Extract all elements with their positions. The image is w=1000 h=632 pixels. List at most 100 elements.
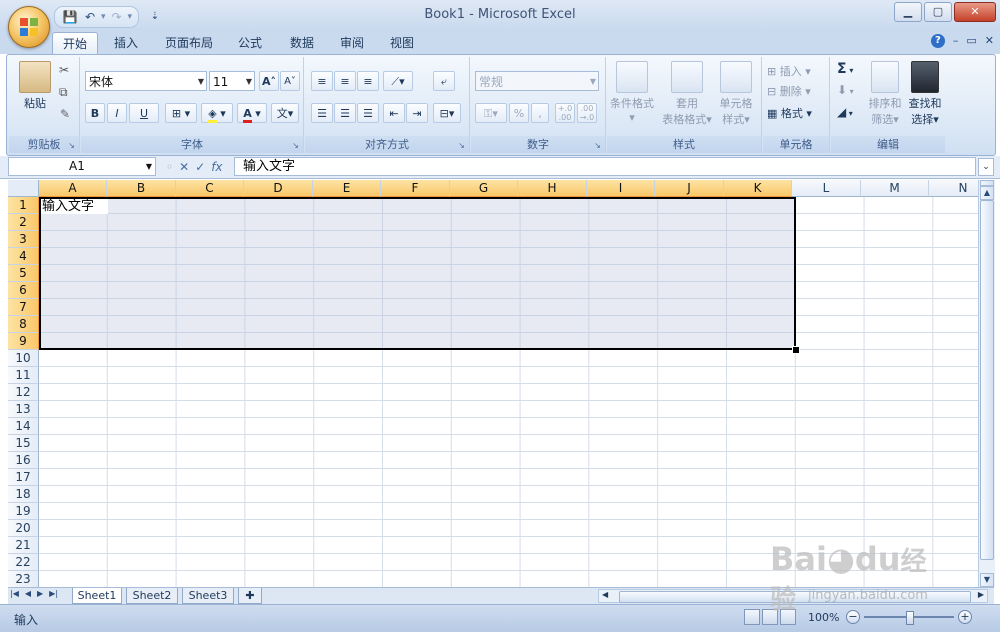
scroll-left-icon[interactable]: ◀ bbox=[602, 590, 608, 599]
merge-center-button[interactable]: ⊟▾ bbox=[433, 103, 461, 123]
tab-page-layout[interactable]: 页面布局 bbox=[158, 32, 220, 54]
align-top-button[interactable]: ≡ bbox=[311, 71, 333, 91]
dialog-launcher-icon[interactable]: ↘ bbox=[67, 141, 76, 150]
workbook-minimize-icon[interactable]: – bbox=[953, 34, 959, 48]
column-header-A[interactable]: A bbox=[39, 180, 107, 197]
row-header-23[interactable]: 23 bbox=[8, 571, 39, 587]
decrease-decimal-button[interactable]: .00 →.0 bbox=[577, 103, 597, 123]
align-left-button[interactable]: ☰ bbox=[311, 103, 333, 123]
column-header-N[interactable]: N bbox=[929, 180, 978, 197]
insert-cells-button[interactable]: ⊞ 插入 ▾ bbox=[767, 63, 811, 79]
comma-button[interactable]: , bbox=[531, 103, 549, 123]
column-header-D[interactable]: D bbox=[244, 180, 313, 197]
next-sheet-icon[interactable]: ▶ bbox=[37, 589, 43, 598]
row-header-10[interactable]: 10 bbox=[8, 350, 39, 367]
column-header-E[interactable]: E bbox=[313, 180, 381, 197]
align-middle-button[interactable]: ≡ bbox=[334, 71, 356, 91]
row-header-6[interactable]: 6 bbox=[8, 282, 39, 299]
row-header-12[interactable]: 12 bbox=[8, 384, 39, 401]
phonetic-button[interactable]: 文▾ bbox=[271, 103, 299, 123]
tab-home[interactable]: 开始 bbox=[52, 32, 98, 55]
row-header-21[interactable]: 21 bbox=[8, 537, 39, 554]
column-header-C[interactable]: C bbox=[176, 180, 244, 197]
row-header-17[interactable]: 17 bbox=[8, 469, 39, 486]
fill-color-button[interactable]: ◈ ▾ bbox=[201, 103, 233, 123]
row-header-15[interactable]: 15 bbox=[8, 435, 39, 452]
close-button[interactable]: ✕ bbox=[954, 2, 996, 22]
clear-button[interactable]: ◢ ▾ bbox=[837, 105, 853, 119]
name-box[interactable]: A1 ▼ bbox=[8, 157, 156, 176]
normal-view-icon[interactable] bbox=[744, 609, 760, 625]
conditional-formatting-button[interactable]: 条件格式 ▾ bbox=[607, 61, 657, 124]
font-name-select[interactable]: 宋体 ▼ bbox=[85, 71, 207, 91]
column-header-F[interactable]: F bbox=[381, 180, 450, 197]
column-header-B[interactable]: B bbox=[107, 180, 176, 197]
column-header-M[interactable]: M bbox=[861, 180, 929, 197]
row-header-20[interactable]: 20 bbox=[8, 520, 39, 537]
worksheet-grid[interactable]: ABCDEFGHIJKLMN 1 2 3 4 5 6 7 8 9 10 11 12 13 14 15 16 17… bbox=[8, 180, 978, 587]
increase-indent-button[interactable]: ⇥ bbox=[406, 103, 428, 123]
insert-function-icon[interactable]: fx bbox=[211, 160, 222, 174]
find-select-button[interactable]: 查找和 选择▾ bbox=[905, 61, 945, 127]
column-header-L[interactable]: L bbox=[792, 180, 861, 197]
select-all-button[interactable] bbox=[8, 180, 39, 197]
tab-formulas[interactable]: 公式 bbox=[230, 32, 270, 54]
row-header-3[interactable]: 3 bbox=[8, 231, 39, 248]
row-header-22[interactable]: 22 bbox=[8, 554, 39, 571]
percent-button[interactable]: % bbox=[509, 103, 529, 123]
workbook-close-icon[interactable]: ✕ bbox=[985, 34, 994, 48]
expand-formula-bar-icon[interactable]: ⌄ bbox=[978, 158, 994, 176]
currency-button[interactable]: ⚿▾ bbox=[475, 103, 507, 123]
paste-button[interactable]: 粘贴 bbox=[11, 61, 59, 111]
fill-button[interactable]: ⬇ ▾ bbox=[837, 83, 854, 97]
row-header-18[interactable]: 18 bbox=[8, 486, 39, 503]
last-sheet-icon[interactable]: ▶| bbox=[49, 589, 58, 598]
column-header-H[interactable]: H bbox=[518, 180, 587, 197]
bold-button[interactable]: B bbox=[85, 103, 105, 123]
row-header-5[interactable]: 5 bbox=[8, 265, 39, 282]
workbook-restore-icon[interactable]: ▭ bbox=[966, 34, 976, 48]
orientation-button[interactable]: ⟋▾ bbox=[383, 71, 413, 91]
scroll-up-icon[interactable]: ▲ bbox=[980, 186, 994, 200]
enter-entry-icon[interactable]: ✓ bbox=[195, 160, 205, 174]
row-header-13[interactable]: 13 bbox=[8, 401, 39, 418]
row-header-9[interactable]: 9 bbox=[8, 333, 39, 350]
underline-button[interactable]: U bbox=[129, 103, 159, 123]
dialog-launcher-icon[interactable]: ↘ bbox=[291, 141, 300, 150]
row-header-8[interactable]: 8 bbox=[8, 316, 39, 333]
first-sheet-icon[interactable]: |◀ bbox=[10, 589, 19, 598]
insert-sheet-button[interactable]: ✚ bbox=[238, 588, 262, 604]
cell-A1[interactable]: 输入文字 bbox=[41, 199, 108, 214]
cut-icon[interactable]: ✂ bbox=[59, 63, 69, 77]
row-header-2[interactable]: 2 bbox=[8, 214, 39, 231]
zoom-in-icon[interactable]: + bbox=[958, 610, 972, 624]
dialog-launcher-icon[interactable]: ↘ bbox=[457, 141, 466, 150]
number-format-select[interactable]: 常规 ▼ bbox=[475, 71, 599, 91]
vertical-scroll-thumb[interactable] bbox=[980, 200, 994, 560]
vertical-scrollbar[interactable]: ▲ ▼ bbox=[978, 180, 995, 587]
maximize-button[interactable]: ▢ bbox=[924, 2, 952, 22]
zoom-level[interactable]: 100% bbox=[808, 611, 839, 624]
sheet-tab-3[interactable]: Sheet3 bbox=[182, 588, 234, 604]
zoom-slider-thumb[interactable] bbox=[906, 611, 914, 625]
font-size-select[interactable]: 11 ▼ bbox=[209, 71, 255, 91]
tab-view[interactable]: 视图 bbox=[382, 32, 422, 54]
format-painter-icon[interactable]: ✎ bbox=[60, 107, 70, 121]
format-as-table-button[interactable]: 套用 表格格式▾ bbox=[659, 61, 715, 127]
delete-cells-button[interactable]: ⊟ 删除 ▾ bbox=[767, 83, 811, 99]
selected-range[interactable] bbox=[39, 197, 796, 350]
scroll-right-icon[interactable]: ▶ bbox=[978, 590, 984, 599]
row-header-4[interactable]: 4 bbox=[8, 248, 39, 265]
tab-data[interactable]: 数据 bbox=[282, 32, 322, 54]
shrink-font-button[interactable]: A˅ bbox=[280, 71, 300, 91]
row-header-1[interactable]: 1 bbox=[8, 197, 39, 214]
fill-handle[interactable] bbox=[792, 346, 800, 354]
row-header-14[interactable]: 14 bbox=[8, 418, 39, 435]
cancel-entry-icon[interactable]: ✕ bbox=[179, 160, 189, 174]
column-header-K[interactable]: K bbox=[724, 180, 792, 197]
formula-input[interactable]: 输入文字 bbox=[234, 157, 976, 176]
scroll-down-icon[interactable]: ▼ bbox=[980, 573, 994, 587]
row-header-19[interactable]: 19 bbox=[8, 503, 39, 520]
tab-review[interactable]: 审阅 bbox=[332, 32, 372, 54]
zoom-out-icon[interactable]: − bbox=[846, 610, 860, 624]
